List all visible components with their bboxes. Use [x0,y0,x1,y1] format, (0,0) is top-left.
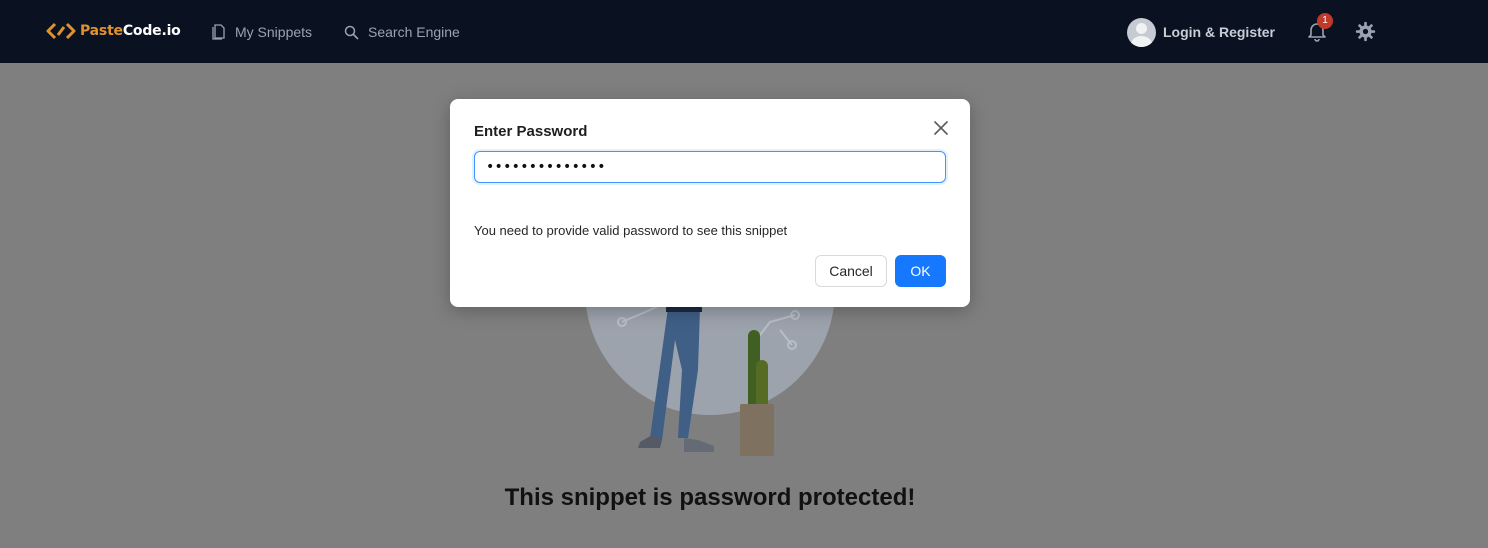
file-icon [212,24,225,40]
login-register-label: Login & Register [1163,24,1276,40]
nav-my-snippets-label: My Snippets [235,24,313,40]
nav-search-engine[interactable]: Search Engine [344,22,460,42]
modal-title: Enter Password [474,123,588,140]
modal-message: You need to provide valid password to se… [474,223,788,238]
close-icon[interactable] [930,117,952,139]
logo-icon [46,22,76,40]
gear-icon[interactable] [1355,21,1376,42]
top-navbar: PasteCode.io My Snippets Search Engine L… [0,0,1488,63]
notification-badge: 1 [1317,13,1333,29]
avatar [1127,17,1156,47]
search-icon [344,25,359,39]
page-title: This snippet is password protected! [504,484,916,511]
logo-text: PasteCode.io [80,23,181,39]
password-modal: Enter Password You need to provide valid… [450,99,970,307]
nav-search-engine-label: Search Engine [368,24,460,40]
password-input[interactable] [474,151,946,183]
ok-button[interactable]: OK [895,255,946,287]
logo[interactable]: PasteCode.io [46,20,181,42]
login-register-button[interactable]: Login & Register [1127,17,1276,47]
cancel-button[interactable]: Cancel [815,255,887,287]
nav-my-snippets[interactable]: My Snippets [212,22,312,42]
